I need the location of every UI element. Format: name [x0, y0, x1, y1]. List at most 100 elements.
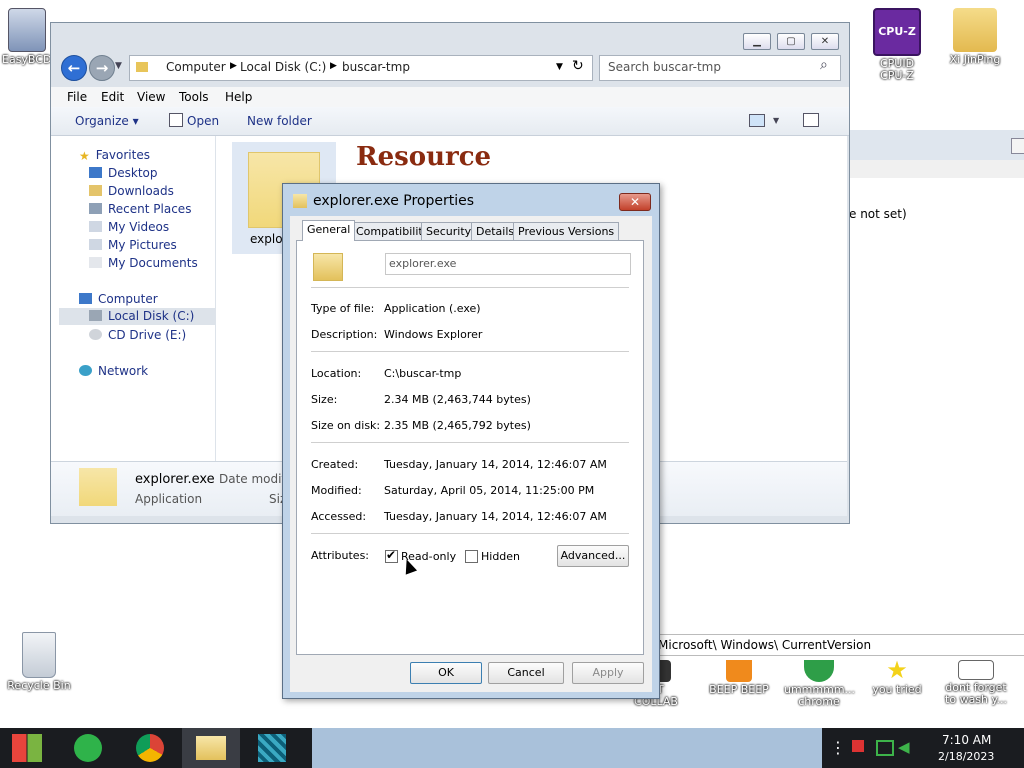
desktop-icon-easybcd[interactable]: EasyBCD [2, 8, 52, 66]
flag-icon[interactable] [852, 740, 864, 752]
minimize-button[interactable]: ▁ [743, 33, 771, 50]
taskbar-app-regedit[interactable] [244, 728, 302, 768]
nav-label: Desktop [108, 166, 158, 180]
desktop-icon-label: dont forget to wash y... [945, 681, 1007, 706]
file-icon [293, 194, 307, 208]
network-icon [79, 365, 92, 376]
nav-label: Network [98, 364, 149, 378]
maximize-button[interactable]: ▢ [777, 33, 805, 50]
taskbar-app-notes[interactable] [60, 728, 118, 768]
change-view-icon[interactable] [749, 114, 765, 127]
folder-icon [196, 736, 226, 760]
properties-dialog[interactable]: explorer.exe Properties ✕ General Compat… [282, 183, 660, 699]
drive-icon [89, 310, 102, 321]
nav-downloads[interactable]: Downloads [89, 184, 174, 201]
desktop-icon-you-tried[interactable]: ★ you tried [862, 658, 932, 696]
tab-details[interactable]: Details [471, 222, 520, 240]
search-input[interactable]: Search buscar-tmp [608, 60, 721, 74]
nav-network[interactable]: Network [79, 364, 148, 381]
breadcrumb-buscar-tmp[interactable]: buscar-tmp [342, 60, 410, 74]
menu-help[interactable]: Help [225, 90, 252, 104]
nav-recent-places[interactable]: Recent Places [89, 202, 191, 219]
breadcrumb-local-disk[interactable]: Local Disk (C:) [240, 60, 326, 74]
preview-pane-icon[interactable] [803, 113, 819, 127]
volume-icon[interactable]: ◀ [898, 738, 910, 756]
more-icon[interactable]: ⋮ [830, 738, 846, 757]
clock-time[interactable]: 7:10 AM [942, 733, 991, 747]
tab-previous-versions[interactable]: Previous Versions [513, 222, 620, 240]
resource-banner-text: Resource [356, 142, 492, 172]
pictures-icon [89, 239, 102, 250]
tab-general[interactable]: General [302, 220, 356, 241]
desktop-icon-xijinping[interactable]: Xi JinPing [940, 8, 1010, 66]
description-value: Windows Explorer [384, 328, 483, 341]
checkmark-icon: ✔ [386, 548, 397, 562]
general-tab-panel: explorer.exe Type of file: Application (… [296, 240, 644, 655]
advanced-button[interactable]: Advanced... [557, 545, 629, 567]
readonly-checkbox[interactable]: ✔ [385, 548, 398, 563]
hidden-checkbox[interactable] [465, 550, 478, 563]
created-value: Tuesday, January 14, 2014, 12:46:07 AM [384, 458, 607, 471]
ok-button[interactable]: OK [410, 662, 482, 684]
search-icon[interactable]: ⌕ [820, 57, 828, 73]
nav-my-videos[interactable]: My Videos [89, 220, 169, 237]
regedit-icon [258, 734, 286, 762]
cancel-button[interactable]: Cancel [488, 662, 564, 684]
forward-button[interactable]: → [89, 55, 115, 81]
close-button[interactable]: ✕ [619, 193, 651, 211]
close-icon[interactable] [1011, 138, 1024, 154]
chevron-down-icon[interactable]: ▼ [556, 62, 563, 72]
background-window-titlebar[interactable] [849, 130, 1024, 160]
hidden-label[interactable]: Hidden [481, 550, 520, 563]
nav-label: Local Disk (C:) [108, 309, 195, 323]
organize-button[interactable]: Organize ▾ [75, 114, 139, 128]
background-window[interactable]: e not set) [848, 130, 1024, 522]
network-icon[interactable] [876, 740, 894, 756]
documents-icon [89, 257, 102, 268]
notes-app-icon [74, 734, 102, 762]
breadcrumb-computer[interactable]: Computer [166, 60, 226, 74]
menu-view[interactable]: View [137, 90, 165, 104]
desktop-icon-chrome[interactable]: ummmmm... chrome [784, 660, 856, 708]
star-icon: ★ [79, 149, 90, 163]
nav-favorites[interactable]: ★ Favorites [79, 148, 150, 165]
apply-button[interactable]: Apply [572, 662, 644, 684]
desktop-icon-label: Recycle Bin [7, 679, 71, 692]
nav-local-disk[interactable]: Local Disk (C:) [59, 308, 215, 325]
folder-icon [79, 468, 117, 506]
chrome-icon [136, 734, 164, 762]
nav-my-pictures[interactable]: My Pictures [89, 238, 177, 255]
refresh-icon[interactable]: ↻ [572, 58, 584, 74]
vlc-icon [726, 660, 752, 682]
location-value: C:\buscar-tmp [384, 367, 462, 380]
desktop-icon-beep-beep[interactable]: BEEP BEEP [704, 660, 774, 696]
new-folder-button[interactable]: New folder [247, 114, 312, 128]
recent-pages-dropdown-icon[interactable]: ▼ [115, 61, 122, 71]
tab-security[interactable]: Security [421, 222, 477, 240]
nav-computer[interactable]: Computer [79, 292, 158, 309]
active-window-slot[interactable] [312, 728, 822, 768]
menu-file[interactable]: File [67, 90, 87, 104]
nav-desktop[interactable]: Desktop [89, 166, 158, 183]
back-button[interactable]: ← [61, 55, 87, 81]
nav-my-documents[interactable]: My Documents [89, 256, 198, 273]
desktop-icon-recycle-bin[interactable]: Recycle Bin [4, 632, 74, 692]
desktop-icon-cpuz[interactable]: CPU-Z CPUID CPU-Z [862, 8, 932, 82]
clock-date[interactable]: 2/18/2023 [938, 750, 994, 763]
nav-cd-drive[interactable]: CD Drive (E:) [89, 328, 186, 345]
taskbar-app-chrome[interactable] [122, 728, 180, 768]
close-button[interactable]: ✕ [811, 33, 839, 50]
search-box[interactable]: Search buscar-tmp ⌕ [599, 55, 841, 81]
open-button[interactable]: Open [187, 114, 219, 128]
taskbar-app-explorer[interactable] [182, 728, 240, 768]
address-bar[interactable]: Computer ▶ Local Disk (C:) ▶ buscar-tmp … [129, 55, 593, 81]
chevron-down-icon[interactable]: ▼ [773, 116, 779, 125]
menu-edit[interactable]: Edit [101, 90, 124, 104]
chevron-right-icon: ▶ [230, 61, 237, 71]
start-button[interactable] [0, 728, 58, 768]
desktop-icon-label: ummmmm... chrome [784, 683, 856, 708]
desktop-icon-dont-forget[interactable]: dont forget to wash y... [938, 660, 1014, 706]
filename-input[interactable]: explorer.exe [385, 253, 631, 275]
menu-tools[interactable]: Tools [179, 90, 209, 104]
command-bar: Organize ▾ Open New folder ▼ [51, 107, 849, 136]
